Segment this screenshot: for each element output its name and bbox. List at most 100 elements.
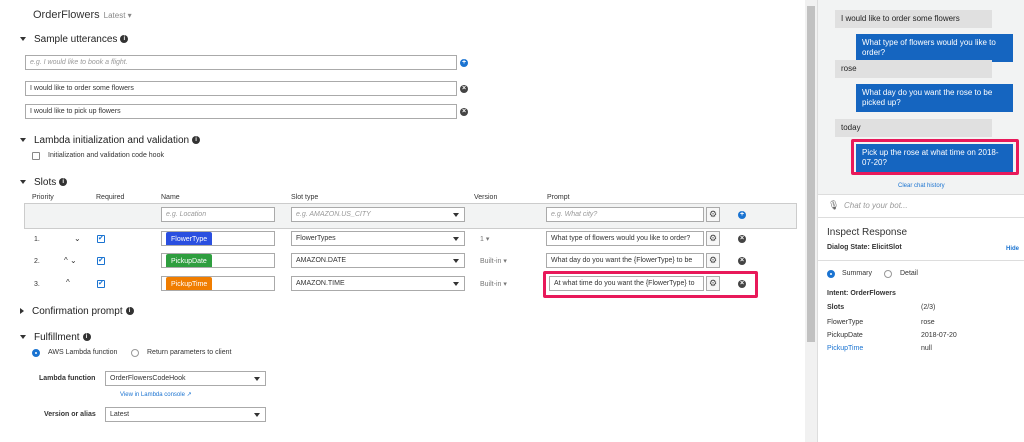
slot-row-name: PickupTime [827,345,864,352]
remove-slot-icon[interactable]: × [738,235,746,243]
lambda-function-select[interactable]: OrderFlowersCodeHook [105,371,266,386]
clear-chat-link[interactable]: Clear chat history [898,183,945,189]
lambda-hook-label: Initialization and validation code hook [48,152,164,159]
test-bot-panel: I would like to order some flowers What … [817,0,1024,442]
slots-count: (2/3) [921,304,936,311]
col-required: Required [96,194,125,201]
slot-version-select[interactable]: 1 ▾ [480,235,489,243]
info-icon: i [59,178,68,187]
external-link-icon: ↗ [186,392,192,398]
slot-name-input[interactable]: PickupTime [161,276,275,291]
slot-type-select[interactable]: FlowerTypes [291,231,465,246]
add-utterance-icon[interactable]: + [460,59,468,67]
new-slot-type-select[interactable]: e.g. AMAZON.US_CITY [291,207,465,222]
scrollbar[interactable] [805,0,817,442]
slot-name-badge: FlowerType [166,232,213,245]
divider [818,260,1024,261]
add-slot-icon[interactable]: + [738,211,746,219]
slot-type-select[interactable]: AMAZON.DATE [291,253,465,268]
required-checkbox[interactable] [97,279,105,288]
dialog-state: Dialog State: ElicitSlot [827,244,902,251]
version-dropdown[interactable]: Latest ▾ [104,11,132,20]
slot-name-badge: PickupDate [166,254,212,267]
collapse-caret-icon [20,138,26,143]
slots-label: Slots [827,304,845,311]
highlight-box [543,271,758,298]
lambda-hook-checkbox[interactable] [32,152,40,160]
move-down-icon[interactable]: ⌄ [74,234,81,243]
hide-link[interactable]: Hide [1006,246,1019,252]
new-utterance-input[interactable]: e.g. I would like to book a flight. [25,55,457,70]
chat-message-user: today [835,119,992,137]
return-option-label: Return parameters to client [147,349,232,356]
utterance-input[interactable]: I would like to pick up flowers [25,104,457,119]
chat-message-bot: What day do you want the rose to be pick… [856,84,1013,112]
slot-version-select[interactable]: Built-in ▾ [480,257,507,265]
move-up-down-icon[interactable]: ^ ⌄ [64,256,77,265]
new-slot-name-input[interactable]: e.g. Location [161,207,275,222]
slot-row-name: PickupDate [827,332,863,339]
slot-row-value: rose [921,319,935,326]
slot-priority: 1. [34,236,40,243]
lambda-radio[interactable] [32,349,40,357]
fulfillment-header[interactable]: Fulfillment i [20,332,91,343]
microphone-icon[interactable]: 🎙 [828,200,839,211]
slot-name-badge: PickupTime [166,277,213,290]
chat-message-user: I would like to order some flowers [835,10,992,28]
confirmation-header[interactable]: Confirmation prompt i [20,306,134,317]
slot-version-select[interactable]: Built-in ▾ [480,280,507,288]
utterance-input[interactable]: I would like to order some flowers [25,81,457,96]
slot-row-value: null [921,345,932,352]
detail-label: Detail [900,270,918,277]
col-slot-type: Slot type [291,194,319,201]
slot-prompt-input[interactable]: What type of flowers would you like to o… [546,231,704,246]
col-version: Version [474,194,498,201]
info-icon: i [120,35,129,44]
slot-row-value: 2018-07-20 [921,332,957,339]
slot-priority: 3. [34,281,40,288]
gear-icon[interactable]: ⚙ [706,207,720,222]
alias-label: Version or alias [44,411,96,418]
slot-prompt-input[interactable]: What day do you want the {FlowerType} to… [546,253,704,268]
collapse-caret-icon [20,37,26,42]
info-icon: i [192,136,201,145]
return-params-radio[interactable] [131,349,139,357]
info-icon: i [125,307,134,316]
sample-utterances-header[interactable]: Sample utterances i [20,34,129,45]
col-name: Name [161,194,180,201]
expand-caret-icon [20,308,24,315]
col-prompt: Prompt [547,194,570,201]
info-icon: i [82,333,91,342]
col-priority: Priority [32,194,54,201]
remove-slot-icon[interactable]: × [738,257,746,265]
required-checkbox[interactable] [97,234,105,243]
lambda-console-link[interactable]: View in Lambda console ↗ [120,391,192,398]
summary-radio[interactable] [827,270,835,278]
highlight-box [851,139,1019,175]
collapse-caret-icon [20,180,26,185]
lambda-option-label: AWS Lambda function [48,349,118,356]
gear-icon[interactable]: ⚙ [706,231,720,246]
main-panel: OrderFlowers Latest ▾ Sample utterances i … [0,0,805,442]
lambda-function-label: Lambda function [39,375,96,382]
scroll-thumb[interactable] [807,6,815,342]
chat-input[interactable]: Chat to your bot... [844,201,908,210]
new-slot-prompt-input[interactable]: e.g. What city? [546,207,704,222]
bot-name: OrderFlowers [33,9,100,21]
slot-name-input[interactable]: PickupDate [161,253,275,268]
lambda-init-header[interactable]: Lambda initialization and validation i [20,135,201,146]
slot-row-name: FlowerType [827,319,864,326]
remove-utterance-icon[interactable]: × [460,85,468,93]
required-checkbox[interactable] [97,256,105,265]
detail-radio[interactable] [884,270,892,278]
remove-utterance-icon[interactable]: × [460,108,468,116]
alias-select[interactable]: Latest [105,407,266,422]
summary-label: Summary [842,270,872,277]
collapse-caret-icon [20,335,26,340]
slot-name-input[interactable]: FlowerType [161,231,275,246]
inspect-title: Inspect Response [827,227,908,238]
slot-type-select[interactable]: AMAZON.TIME [291,276,465,291]
gear-icon[interactable]: ⚙ [706,253,720,268]
move-up-icon[interactable]: ^ [66,278,70,287]
slots-header[interactable]: Slots i [20,177,68,188]
